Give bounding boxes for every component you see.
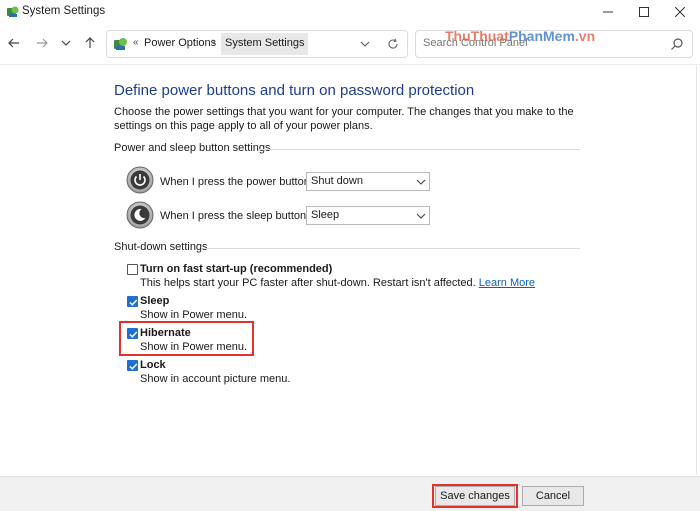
group-divider [258, 149, 580, 150]
arrow-left-icon [8, 38, 19, 48]
fast-startup-description-text: This helps start your PC faster after sh… [140, 277, 476, 289]
sleep-button-action-select[interactable]: Sleep [306, 206, 430, 225]
breadcrumb-power-options[interactable]: Power Options [144, 37, 216, 49]
back-button[interactable] [4, 33, 24, 53]
address-dropdown-button[interactable] [357, 36, 373, 52]
cancel-button[interactable]: Cancel [522, 486, 584, 506]
power-button-action-select[interactable]: Shut down [306, 172, 430, 191]
forward-button[interactable] [32, 33, 52, 53]
refresh-button[interactable] [385, 36, 401, 52]
maximize-button[interactable] [626, 0, 662, 24]
sleep-button-label: When I press the sleep button: [160, 210, 310, 222]
lock-option-description: Show in account picture menu. [140, 373, 291, 385]
chevron-down-icon [416, 179, 426, 185]
footer-bar [0, 476, 700, 511]
power-button-icon [126, 166, 154, 194]
title-bar: System Settings [0, 0, 700, 24]
watermark-part-1: ThuThuat [445, 28, 509, 44]
chevron-down-icon [416, 213, 426, 219]
minimize-icon [603, 11, 613, 13]
checkmark-icon [129, 331, 138, 338]
checkmark-icon [129, 299, 138, 306]
page-description: Choose the power settings that you want … [114, 106, 574, 132]
breadcrumb-system-settings[interactable]: System Settings [221, 33, 309, 55]
watermark-part-3: .vn [574, 28, 596, 44]
arrow-right-icon [37, 38, 48, 48]
chevron-down-icon [61, 40, 71, 46]
hibernate-option-label[interactable]: Hibernate [140, 327, 191, 339]
arrow-up-icon [85, 37, 95, 48]
minimize-button[interactable] [590, 0, 626, 24]
power-button-action-value: Shut down [311, 175, 363, 187]
recent-locations-button[interactable] [56, 33, 76, 53]
refresh-icon [388, 38, 398, 49]
fast-startup-label[interactable]: Turn on fast start-up (recommended) [140, 263, 332, 275]
hibernate-checkbox[interactable] [127, 328, 138, 339]
learn-more-link[interactable]: Learn More [479, 277, 535, 289]
sleep-button-icon [126, 201, 154, 229]
watermark-part-2: PhanMem [508, 28, 575, 44]
lock-option-label[interactable]: Lock [140, 359, 166, 371]
shutdown-group-label: Shut-down settings [114, 241, 208, 253]
breadcrumb-separator[interactable]: › [212, 36, 216, 48]
search-icon[interactable] [670, 37, 684, 51]
breadcrumb-overflow[interactable]: « [133, 37, 139, 48]
sleep-option-description: Show in Power menu. [140, 309, 247, 321]
chevron-down-icon [360, 41, 370, 47]
control-panel-icon [7, 6, 19, 17]
fast-startup-checkbox[interactable] [127, 264, 138, 275]
sleep-button-action-value: Sleep [311, 209, 340, 221]
up-button[interactable] [80, 33, 100, 53]
checkmark-icon [129, 363, 138, 370]
content-edge [696, 65, 697, 475]
fast-startup-description: This helps start your PC faster after sh… [140, 277, 535, 289]
power-sleep-group-label: Power and sleep button settings [114, 142, 271, 154]
window-title: System Settings [22, 5, 106, 17]
watermark-logo: ThuThuatPhanMem.vn [445, 28, 595, 44]
save-changes-button[interactable]: Save changes [435, 486, 515, 506]
sleep-checkbox[interactable] [127, 296, 138, 307]
page-title: Define power buttons and turn on passwor… [114, 82, 475, 99]
hibernate-option-description: Show in Power menu. [140, 341, 247, 353]
address-bar[interactable]: « Power Options › System Settings [106, 30, 408, 58]
sleep-option-label[interactable]: Sleep [140, 295, 169, 307]
close-button[interactable] [662, 0, 698, 24]
group-divider [204, 248, 580, 249]
maximize-icon [639, 7, 649, 17]
power-button-label: When I press the power button: [160, 176, 313, 188]
divider [0, 64, 700, 65]
close-icon [675, 7, 685, 17]
control-panel-icon [114, 38, 127, 50]
lock-checkbox[interactable] [127, 360, 138, 371]
